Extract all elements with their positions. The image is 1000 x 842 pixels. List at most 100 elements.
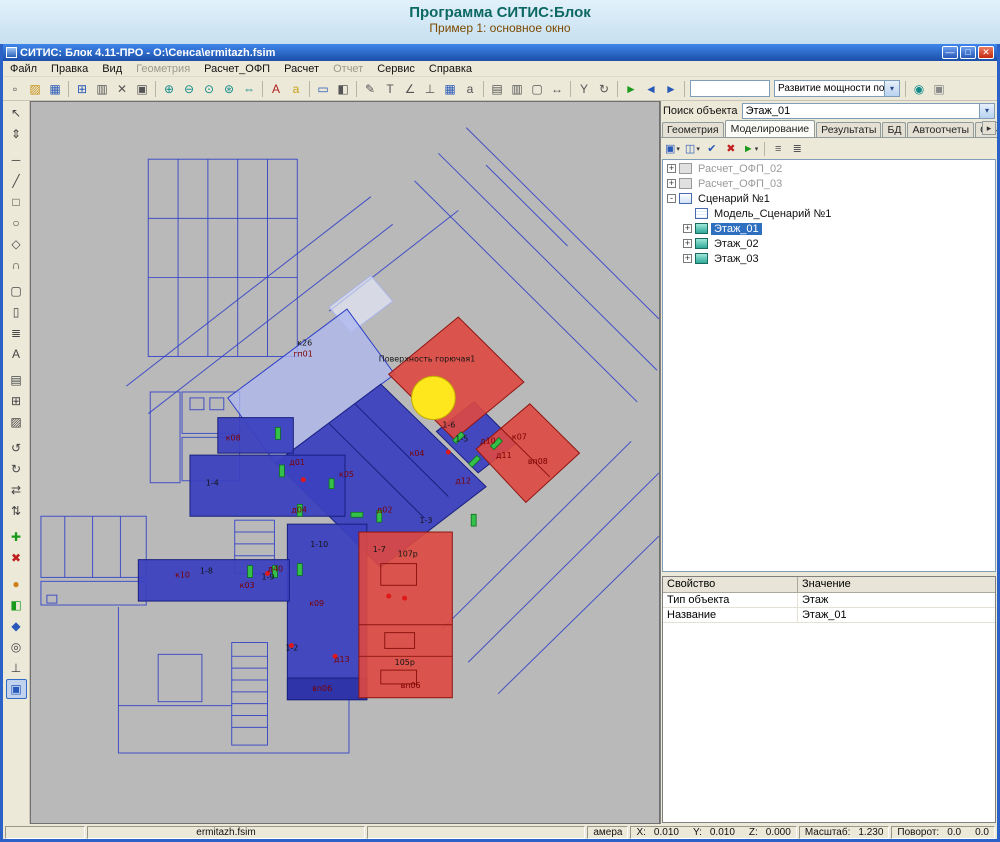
camera-tool[interactable]: ◎	[5, 637, 27, 657]
tree-delete-button[interactable]: ✖	[721, 139, 740, 158]
cut-button[interactable]: ✕	[112, 78, 132, 99]
zoom-in-button[interactable]: ⊕	[159, 78, 179, 99]
tree-filter-button[interactable]: ◫ ▾	[682, 139, 702, 158]
tree-item-calc-ofp-02[interactable]: + Расчет_ОФП_02	[663, 161, 995, 176]
table-view-button[interactable]: ⊞	[72, 78, 92, 99]
tree-list-flat-button[interactable]: ≡	[769, 139, 788, 158]
hatch-tool[interactable]: ▨	[5, 412, 27, 432]
delete-object-tool[interactable]: ✖	[5, 548, 27, 568]
tree-item-calc-ofp-03[interactable]: + Расчет_ОФП_03	[663, 176, 995, 191]
select-tool[interactable]: ↖	[5, 103, 27, 123]
tree-item-model-scenario-1[interactable]: Модель_Сценарий №1	[663, 206, 995, 221]
mirror-v-tool[interactable]: ⇅	[5, 501, 27, 521]
tab-geometry[interactable]: Геометрия	[662, 122, 724, 137]
step-forward-button[interactable]: ►	[661, 78, 681, 99]
room-tool[interactable]: ▢	[5, 281, 27, 301]
frame-button[interactable]: ▢	[527, 78, 547, 99]
menu-item-service[interactable]: Сервис	[370, 62, 422, 76]
property-row[interactable]: Название Этаж_01	[663, 608, 995, 623]
measure2-tool[interactable]: ⊥	[5, 658, 27, 678]
save-file-button[interactable]: ▦	[45, 78, 65, 99]
stairs-tool[interactable]: ≣	[5, 323, 27, 343]
text-annotation-tool[interactable]: А	[5, 344, 27, 364]
menu-item-report[interactable]: Отчет	[326, 62, 370, 76]
menu-item-calc-ofp[interactable]: Расчет_ОФП	[197, 62, 277, 76]
move-button[interactable]: ↔	[547, 78, 567, 99]
maximize-button[interactable]: □	[960, 46, 976, 59]
palette-button[interactable]: ◧	[333, 78, 353, 99]
grid-tool-button[interactable]: ▦	[440, 78, 460, 99]
screen-view-button[interactable]: ▭	[313, 78, 333, 99]
object-search-combo[interactable]: Этаж_01 ▾	[741, 102, 995, 119]
panel-toggle-button[interactable]: ▣	[929, 78, 949, 99]
tab-autoreports[interactable]: Автоотчеты	[907, 122, 975, 137]
tree-expander[interactable]: +	[667, 179, 676, 188]
close-button[interactable]: ✕	[978, 46, 994, 59]
label-tool-button[interactable]: a	[460, 78, 480, 99]
wall-tool[interactable]: ─	[5, 150, 27, 170]
zoom-window-button[interactable]: ⊙	[199, 78, 219, 99]
tree-item-floor-02[interactable]: + Этаж_02	[663, 236, 995, 251]
fire-source-tool[interactable]: ●	[5, 574, 27, 594]
chevron-down-icon[interactable]: ▾	[979, 103, 994, 118]
cells-button[interactable]: ▥	[507, 78, 527, 99]
tree-expander[interactable]: +	[683, 254, 692, 263]
menu-item-help[interactable]: Справка	[422, 62, 479, 76]
time-input[interactable]	[690, 80, 770, 97]
menu-item-file[interactable]: Файл	[3, 62, 44, 76]
fill-color-button[interactable]: a	[286, 78, 306, 99]
tree-item-floor-03[interactable]: + Этаж_03	[663, 251, 995, 266]
arc-tool[interactable]: ∩	[5, 255, 27, 275]
layers-button[interactable]: ▤	[487, 78, 507, 99]
zoom-out-button[interactable]: ⊖	[179, 78, 199, 99]
exit-tool[interactable]: ◧	[5, 595, 27, 615]
run-simulation-button[interactable]: ►	[621, 78, 641, 99]
menu-item-calc[interactable]: Расчет	[277, 62, 326, 76]
zoom-extents-button[interactable]: ⊛	[219, 78, 239, 99]
rotate-view-button[interactable]: ↻	[594, 78, 614, 99]
line-tool[interactable]: ╱	[5, 171, 27, 191]
menu-item-view[interactable]: Вид	[95, 62, 129, 76]
poly-tool[interactable]: ◇	[5, 234, 27, 254]
tree-item-floor-01[interactable]: + Этаж_01	[663, 221, 995, 236]
axis-y-button[interactable]: Y	[574, 78, 594, 99]
tab-db[interactable]: БД	[882, 122, 907, 137]
open-file-button[interactable]: ▨	[25, 78, 45, 99]
mirror-h-tool[interactable]: ⇄	[5, 480, 27, 500]
tree-add-button[interactable]: ▣ ▾	[663, 139, 682, 158]
minimize-button[interactable]: —	[942, 46, 958, 59]
menu-item-geometry[interactable]: Геометрия	[129, 62, 197, 76]
rect-tool[interactable]: □	[5, 192, 27, 212]
floorplan-svg[interactable]: к26гп01 Поверхность горючая1 к08 1-4 д01 к05 к…	[31, 102, 659, 823]
tree-item-scenario-1[interactable]: - Сценарий №1	[663, 191, 995, 206]
rotate-right-tool[interactable]: ↻	[5, 459, 27, 479]
add-object-tool[interactable]: ✚	[5, 527, 27, 547]
drawing-canvas[interactable]: к26 гп01 Поверхность горючая1 к08 1-4 д01 к05 к…	[30, 101, 660, 824]
tree-expander[interactable]: +	[683, 239, 692, 248]
edit-geometry-button[interactable]: ✎	[360, 78, 380, 99]
chevron-down-icon[interactable]: ▾	[884, 81, 899, 96]
tree-check-button[interactable]: ✔	[702, 139, 721, 158]
font-color-button[interactable]: A	[266, 78, 286, 99]
menu-item-edit[interactable]: Правка	[44, 62, 95, 76]
tree-list-grouped-button[interactable]: ≣	[788, 139, 807, 158]
layers-tool[interactable]: ▤	[5, 370, 27, 390]
rotate-left-tool[interactable]: ↺	[5, 438, 27, 458]
circle-tool[interactable]: ○	[5, 213, 27, 233]
angle-tool-button[interactable]: ∠	[400, 78, 420, 99]
grid-snap-tool[interactable]: ⊞	[5, 391, 27, 411]
door-tool[interactable]: ▯	[5, 302, 27, 322]
pan-tool[interactable]: ⇕	[5, 124, 27, 144]
text-tool-button[interactable]: Т	[380, 78, 400, 99]
tree-run-button[interactable]: ► ▾	[740, 139, 761, 158]
active-mode-tool[interactable]: ▣	[5, 679, 27, 699]
new-file-button[interactable]: ▫	[5, 78, 25, 99]
pan-button[interactable]: ⇔	[239, 78, 259, 99]
tab-results[interactable]: Результаты	[816, 122, 882, 137]
property-row[interactable]: Тип объекта Этаж	[663, 593, 995, 608]
paste-button[interactable]: ▣	[132, 78, 152, 99]
copy-view-button[interactable]: ▥	[92, 78, 112, 99]
tree-expander[interactable]: +	[667, 164, 676, 173]
tab-modeling[interactable]: Моделирование	[724, 120, 816, 137]
measure-tool-button[interactable]: ⊥	[420, 78, 440, 99]
